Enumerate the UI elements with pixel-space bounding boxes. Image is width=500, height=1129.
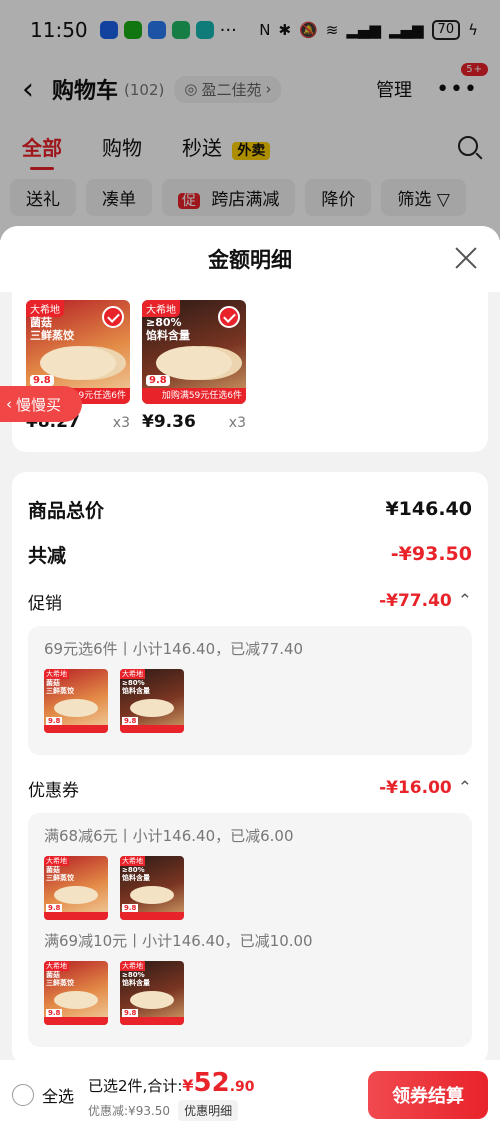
- product-thumbnails: 大希地 菌菇 三鲜蒸饺 9.8 大希地 ≥80% 馅料含量 9.8: [44, 669, 456, 733]
- product-item[interactable]: 大希地 ≥80% 馅料含量 9.8 加购满59元任选6件 ¥9.36 x3: [142, 300, 246, 452]
- product-price: ¥9.36: [142, 412, 196, 432]
- product-caption: 菌菇 三鲜蒸饺: [46, 679, 74, 695]
- product-caption: ≥80% 馅料含量: [122, 971, 150, 987]
- slow-buy-label: 慢慢买: [16, 395, 62, 414]
- product-thumbnails: 大希地 菌菇 三鲜蒸饺 9.8 大希地 ≥80% 馅料含量 9.8: [44, 961, 456, 1025]
- total-discount-value: -¥93.50: [390, 543, 472, 565]
- promo-strip: [44, 1017, 108, 1025]
- checked-icon[interactable]: [102, 306, 124, 328]
- chevron-up-icon[interactable]: ⌃: [458, 778, 472, 798]
- checked-icon[interactable]: [218, 306, 240, 328]
- brand-label: 大希地: [120, 961, 145, 971]
- brand-label: 大希地: [142, 300, 180, 317]
- chevron-left-icon: ‹: [6, 395, 12, 413]
- coupon-rule: 满69减10元丨小计146.40，已减10.00: [44, 932, 313, 950]
- product-thumbnail: 大希地 菌菇 三鲜蒸饺 9.8: [44, 961, 108, 1025]
- dumpling-illustration: [54, 699, 98, 717]
- promo-strip: 加购满59元任选6件: [142, 388, 246, 404]
- price-stamp: 9.8: [122, 717, 139, 725]
- dumpling-illustration: [54, 886, 98, 904]
- close-icon[interactable]: [454, 246, 478, 270]
- coupon-rule: 满68减6元丨小计146.40，已减6.00: [44, 827, 294, 845]
- selected-count-text: 已选2件,合计:: [88, 1077, 183, 1095]
- promotion-row[interactable]: 促销 -¥77.40 ⌃: [28, 580, 472, 622]
- brand-label: 大希地: [44, 856, 69, 866]
- price-stamp: 9.8: [46, 1009, 63, 1017]
- product-thumbnail: 大希地 菌菇 三鲜蒸饺 9.8: [44, 669, 108, 733]
- dumpling-illustration: [130, 699, 174, 717]
- coupon-label: 优惠券: [28, 780, 79, 801]
- price-stamp: 9.8: [46, 904, 63, 912]
- product-caption: 菌菇 三鲜蒸饺: [46, 866, 74, 882]
- modal-overlay[interactable]: [0, 0, 500, 240]
- promo-strip: [44, 725, 108, 733]
- product-caption: 菌菇 三鲜蒸饺: [30, 316, 74, 342]
- summary-discount: 优惠减:¥93.50 优惠明细: [88, 1100, 255, 1121]
- product-caption: ≥80% 馅料含量: [122, 679, 150, 695]
- total-price-row: 商品总价 ¥146.40: [28, 490, 472, 528]
- brand-label: 大希地: [120, 856, 145, 866]
- promotion-amount: -¥77.40: [379, 591, 452, 611]
- price-stamp: 9.8: [122, 904, 139, 912]
- promotion-group: 69元选6件丨小计146.40，已减77.40 大希地 菌菇 三鲜蒸饺 9.8 …: [28, 626, 472, 755]
- coupon-group: 满68减6元丨小计146.40，已减6.00 大希地 菌菇 三鲜蒸饺 9.8 大…: [28, 813, 472, 1047]
- promotion-value: -¥77.40 ⌃: [379, 591, 472, 611]
- total-discount-label: 共减: [28, 544, 67, 567]
- sheet-header: 金额明细: [0, 226, 500, 292]
- product-thumbnail: 大希地 ≥80% 馅料含量 9.8: [120, 961, 184, 1025]
- selected-products: 大希地 菌菇 三鲜蒸饺 9.8 加购满59元任选6件 ¥8.27 x3 大希地 …: [12, 292, 488, 452]
- product-thumbnail: 大希地 ≥80% 馅料含量 9.8: [120, 669, 184, 733]
- total-discount-row: 共减 -¥93.50: [28, 528, 472, 580]
- price-stamp: 9.8: [122, 1009, 139, 1017]
- product-quantity: x3: [228, 415, 246, 431]
- product-image: 大希地 ≥80% 馅料含量 9.8 加购满59元任选6件: [142, 300, 246, 404]
- chevron-up-icon[interactable]: ⌃: [458, 591, 472, 611]
- slow-buy-tab[interactable]: ‹ 慢慢买: [0, 386, 82, 422]
- summary-total: 已选2件,合计: ¥ 52 .90: [88, 1068, 255, 1098]
- coupon-amount: -¥16.00: [379, 778, 452, 798]
- product-caption: ≥80% 馅料含量: [146, 316, 190, 342]
- total-price-value: ¥146.40: [385, 498, 472, 520]
- checkout-button[interactable]: 领券结算: [368, 1070, 488, 1119]
- brand-label: 大希地: [120, 669, 145, 679]
- select-all-label[interactable]: 全选: [42, 1083, 74, 1107]
- brand-label: 大希地: [26, 300, 64, 317]
- order-summary: 已选2件,合计: ¥ 52 .90 优惠减:¥93.50 优惠明细: [88, 1068, 255, 1121]
- coupon-value: -¥16.00 ⌃: [379, 778, 472, 798]
- promo-strip: [120, 1017, 184, 1025]
- discount-detail-button[interactable]: 优惠明细: [178, 1100, 239, 1121]
- checkout-bar: 全选 已选2件,合计: ¥ 52 .90 优惠减:¥93.50 优惠明细 领券结…: [0, 1060, 500, 1129]
- product-thumbnail: 大希地 菌菇 三鲜蒸饺 9.8: [44, 856, 108, 920]
- product-caption: 菌菇 三鲜蒸饺: [46, 971, 74, 987]
- price-stamp: 9.8: [30, 375, 54, 386]
- amount-breakdown: 商品总价 ¥146.40 共减 -¥93.50 促销 -¥77.40 ⌃ 69元选…: [12, 472, 488, 1064]
- total-price-label: 商品总价: [28, 499, 105, 522]
- dumpling-illustration: [130, 886, 174, 904]
- currency-symbol: ¥: [182, 1076, 194, 1095]
- total-amount-decimal: .90: [229, 1079, 255, 1095]
- discount-text: 优惠减:¥93.50: [88, 1104, 171, 1118]
- product-meta: ¥9.36 x3: [142, 412, 246, 432]
- promo-strip: [120, 912, 184, 920]
- total-amount-integer: 52: [193, 1068, 230, 1098]
- sheet-title: 金额明细: [208, 248, 292, 272]
- product-quantity: x3: [112, 415, 130, 431]
- brand-label: 大希地: [44, 669, 69, 679]
- promotion-label: 促销: [28, 593, 62, 614]
- product-thumbnails: 大希地 菌菇 三鲜蒸饺 9.8 大希地 ≥80% 馅料含量 9.8: [44, 856, 456, 920]
- promo-strip: [120, 725, 184, 733]
- product-item[interactable]: 大希地 菌菇 三鲜蒸饺 9.8 加购满59元任选6件 ¥8.27 x3: [26, 300, 130, 452]
- price-stamp: 9.8: [46, 717, 63, 725]
- product-caption: ≥80% 馅料含量: [122, 866, 150, 882]
- select-all-radio-icon[interactable]: [12, 1083, 34, 1106]
- brand-label: 大希地: [44, 961, 69, 971]
- coupon-row[interactable]: 优惠券 -¥16.00 ⌃: [28, 767, 472, 809]
- product-thumbnail: 大希地 ≥80% 馅料含量 9.8: [120, 856, 184, 920]
- dumpling-illustration: [130, 991, 174, 1009]
- price-stamp: 9.8: [146, 375, 170, 386]
- promo-strip: [44, 912, 108, 920]
- amount-detail-sheet: 金额明细 大希地 菌菇 三鲜蒸饺 9.8 加购满59元任选6件 ¥8.27 x3…: [0, 226, 500, 1129]
- dumpling-illustration: [54, 991, 98, 1009]
- promotion-rule: 69元选6件丨小计146.40，已减77.40: [44, 640, 304, 658]
